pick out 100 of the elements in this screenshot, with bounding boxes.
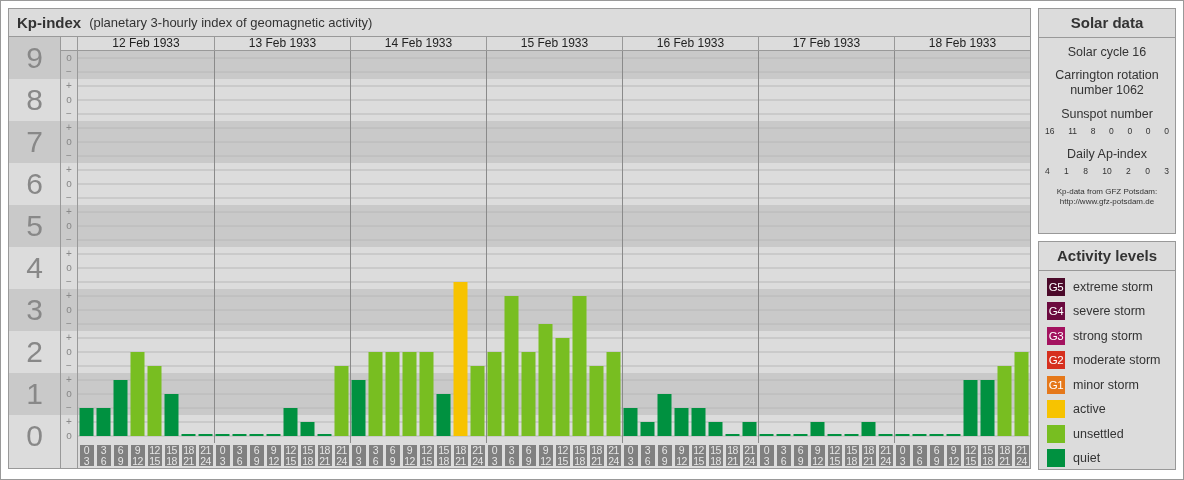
- hour-label: 18 21: [453, 445, 468, 466]
- kp-axis-label: 7: [9, 121, 60, 163]
- kp-axis-label: 9: [9, 37, 60, 79]
- hour-label: 18 21: [861, 445, 876, 466]
- level-label: severe storm: [1073, 304, 1146, 318]
- hour-label: 12 15: [419, 445, 434, 466]
- hour-label: 15 18: [300, 445, 315, 466]
- level-label: minor storm: [1073, 377, 1139, 392]
- hour-label: 9 12: [810, 445, 825, 466]
- level-label: active: [1073, 402, 1106, 416]
- hour-label: 15 18: [708, 445, 723, 466]
- chart-subtitle: (planetary 3-hourly index of geomagnetic activity): [89, 15, 373, 30]
- hour-label: 6 9: [521, 445, 536, 466]
- storm-level-badge: G1: [1047, 375, 1065, 394]
- solar-cycle: Solar cycle 16: [1067, 45, 1147, 59]
- hour-label: 12 15: [147, 445, 162, 466]
- hour-label: 21 24: [470, 445, 485, 466]
- hour-label: 21 24: [1014, 445, 1029, 466]
- panel-title: Activity levels: [1039, 242, 1175, 271]
- kp-minor-tick: −: [61, 149, 77, 163]
- sunspot-value: 11: [1068, 126, 1077, 136]
- hour-label: 0 3: [759, 445, 774, 466]
- hour-label: 9 12: [402, 445, 417, 466]
- date-label: 12 Feb 1933: [111, 37, 181, 50]
- date-label: 18 Feb 1933: [894, 37, 1030, 50]
- kp-minor-tick: +: [61, 289, 77, 303]
- kp-axis-label: 3: [9, 289, 60, 331]
- date-label: 15 Feb 1933: [486, 37, 622, 50]
- storm-level-badge: G4: [1047, 302, 1065, 320]
- date-label: 13 Feb 1933: [214, 37, 350, 50]
- hour-label: 6 9: [385, 445, 400, 466]
- hour-label: 3 6: [912, 445, 927, 466]
- ap-value: 3: [1164, 166, 1169, 176]
- hour-label: 9 12: [538, 445, 553, 466]
- ap-value: 10: [1102, 166, 1112, 176]
- kp-minor-tick: −: [61, 233, 77, 247]
- hour-label: 12 15: [827, 445, 842, 466]
- hour-label: 15 18: [844, 445, 859, 466]
- chart-title: Kp-index: [17, 14, 82, 31]
- level-label: moderate storm: [1073, 353, 1161, 367]
- hour-label: 0 3: [895, 445, 910, 466]
- hour-label: 3 6: [640, 445, 655, 466]
- hour-label: 9 12: [266, 445, 281, 466]
- level-label: extreme storm: [1073, 279, 1153, 294]
- level-label: unsettled: [1073, 426, 1124, 441]
- hour-label: 9 12: [674, 445, 689, 466]
- hour-label: 0 3: [351, 445, 366, 466]
- storm-level-badge: G3: [1047, 326, 1065, 345]
- hour-label: 12 15: [691, 445, 706, 466]
- hour-label: 9 12: [946, 445, 961, 466]
- hour-label: 21 24: [606, 445, 621, 466]
- carrington-rotation: Carrington rotation number 1062: [1054, 68, 1160, 98]
- storm-level-badge: G2: [1047, 351, 1065, 369]
- ap-value: 0: [1145, 166, 1150, 176]
- hour-label: 0 3: [215, 445, 230, 466]
- sunspot-value: 8: [1090, 126, 1096, 136]
- hour-label: 6 9: [657, 445, 672, 466]
- hour-label: 12 15: [283, 445, 298, 466]
- hour-label: 18 21: [589, 445, 604, 466]
- hour-label: 6 9: [113, 445, 128, 466]
- hour-label: 3 6: [504, 445, 519, 466]
- kp-minor-tick: −: [61, 65, 77, 79]
- hour-label: 6 9: [793, 445, 808, 466]
- sunspot-value: 0: [1164, 126, 1169, 136]
- level-label: quiet: [1073, 451, 1101, 465]
- hour-label: 6 9: [929, 445, 944, 466]
- ap-value: 1: [1064, 166, 1069, 176]
- hour-label: 3 6: [96, 445, 111, 466]
- hour-label: 15 18: [164, 445, 179, 466]
- sunspot-value: 0: [1109, 126, 1114, 136]
- kp-minor-tick: −: [61, 317, 77, 331]
- date-label: 17 Feb 1933: [758, 37, 894, 50]
- hour-label: 12 15: [963, 445, 978, 466]
- ap-index-label: Daily Ap-index: [1067, 147, 1147, 161]
- hour-label: 15 18: [980, 445, 995, 466]
- sunspot-value: 16: [1045, 126, 1055, 136]
- hour-label: 18 21: [725, 445, 740, 466]
- hour-label: 18 21: [317, 445, 332, 466]
- hour-label: 3 6: [776, 445, 791, 466]
- source-url: http://www.gfz-potsdam.de: [1059, 197, 1155, 207]
- hour-label: 9 12: [130, 445, 145, 466]
- storm-level-badge: G5: [1047, 277, 1065, 296]
- source-note: Kp-data from GFZ Potsdam:: [1056, 187, 1158, 197]
- hour-label: 21 24: [742, 445, 757, 466]
- level-label: strong storm: [1073, 328, 1143, 343]
- sunspot-value: 0: [1127, 126, 1133, 136]
- date-label: 16 Feb 1933: [622, 37, 758, 50]
- hour-label: 18 21: [181, 445, 196, 466]
- ap-value: 2: [1126, 166, 1131, 176]
- hour-label: 3 6: [368, 445, 383, 466]
- hour-label: 21 24: [334, 445, 349, 466]
- hour-label: 3 6: [232, 445, 247, 466]
- hour-label: 0 3: [623, 445, 638, 466]
- ap-value: 4: [1045, 166, 1050, 176]
- hour-label: 21 24: [878, 445, 893, 466]
- kp-axis-label: 5: [9, 205, 60, 247]
- sunspot-value: 0: [1145, 126, 1151, 136]
- kp-axis-label: 1: [9, 373, 60, 415]
- hour-label: 15 18: [436, 445, 451, 466]
- sunspot-label: Sunspot number: [1061, 107, 1153, 121]
